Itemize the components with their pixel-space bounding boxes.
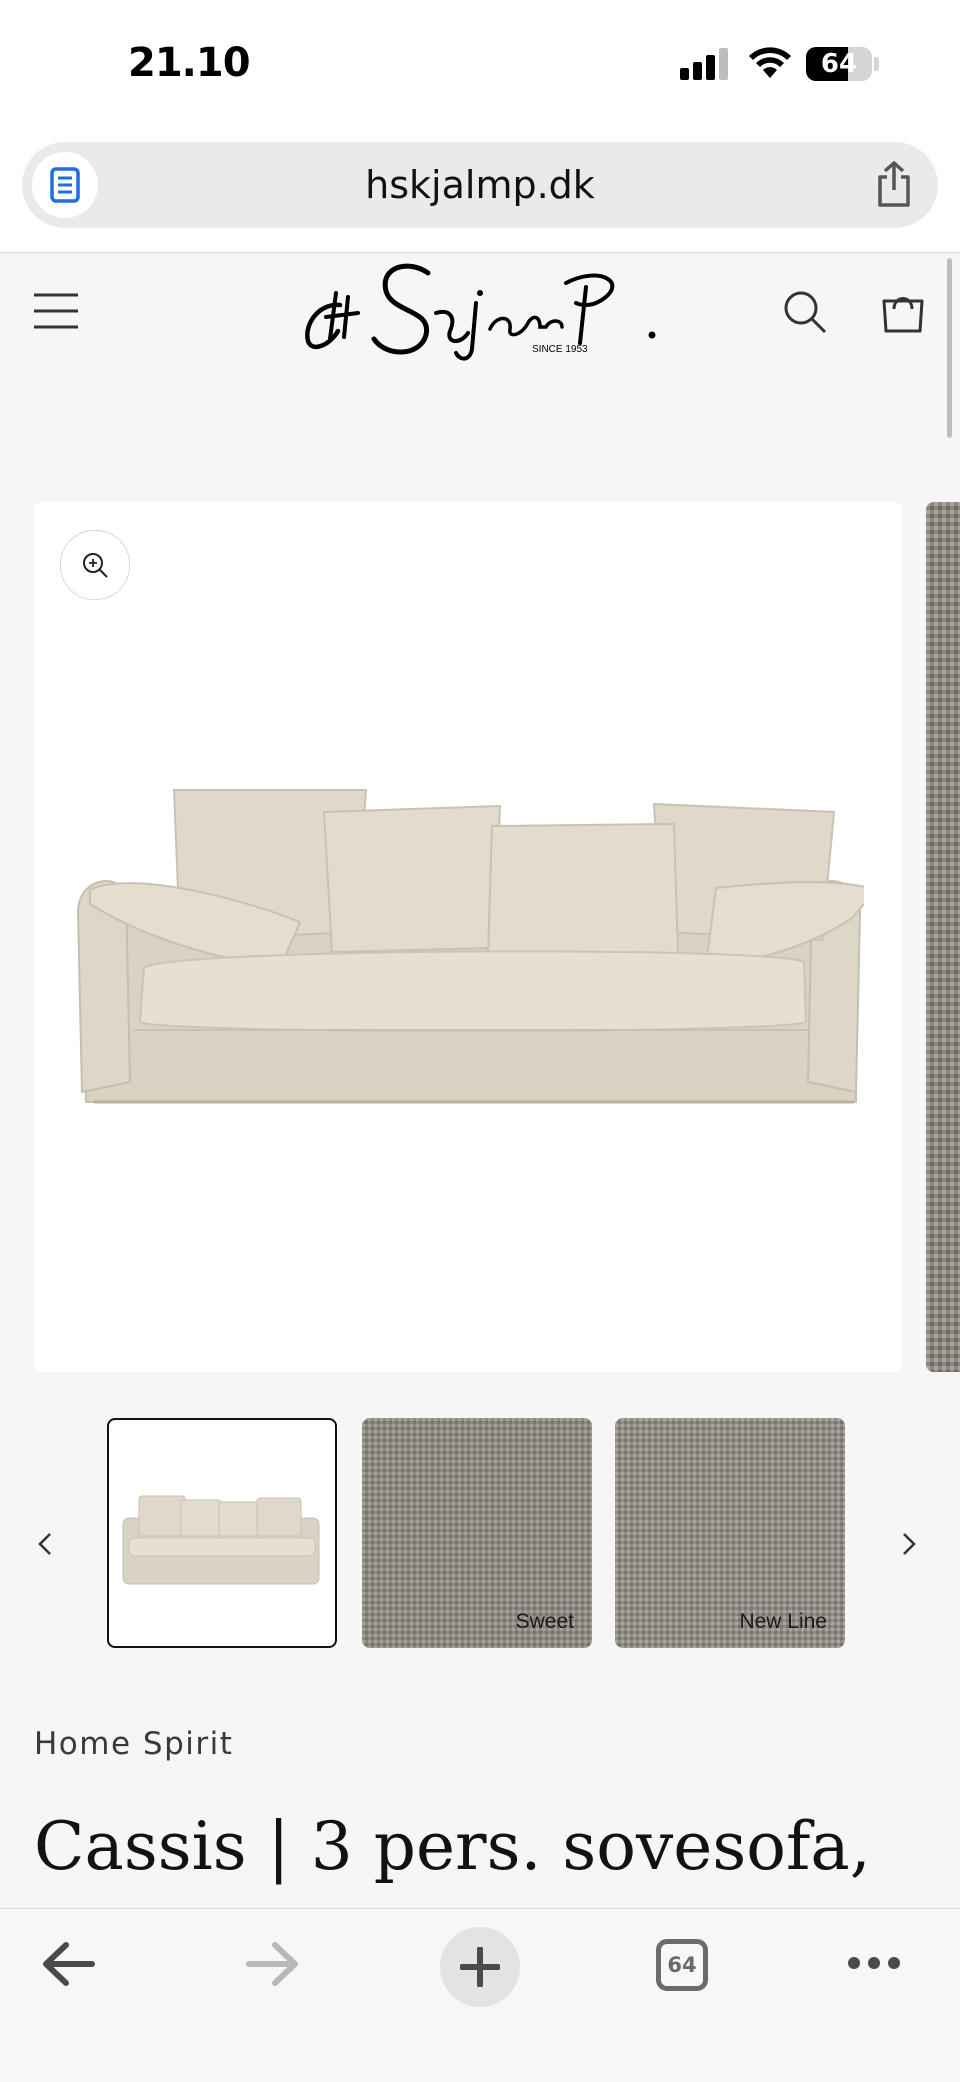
hamburger-menu-icon[interactable] [34, 291, 78, 331]
product-title: Cassis | 3 pers. sovesofa, [34, 1808, 871, 1885]
product-vendor: Home Spirit [34, 1726, 234, 1762]
browser-address-area: hskjalmp.dk [0, 130, 960, 253]
fabric-texture [926, 502, 960, 1372]
logo-subtext: SINCE 1953 [532, 344, 588, 355]
forward-arrow-icon[interactable] [245, 1939, 301, 1989]
thumbnail-label: Sweet [515, 1610, 574, 1633]
share-button[interactable] [874, 160, 914, 213]
reader-mode-button[interactable] [32, 152, 98, 218]
thumbnail-fabric-sweet[interactable]: Sweet [362, 1418, 592, 1648]
sofa-thumbnail-image [122, 1495, 320, 1585]
cart-icon[interactable] [880, 287, 926, 335]
thumbnail-next-icon[interactable] [898, 1524, 920, 1564]
zoom-in-icon [83, 553, 108, 578]
next-product-image-peek[interactable] [926, 502, 960, 1372]
url-text[interactable]: hskjalmp.dk [22, 142, 938, 228]
site-logo[interactable]: SINCE 1953 [300, 253, 660, 373]
wifi-icon [749, 47, 791, 78]
sofa-image [76, 789, 864, 1104]
thumbnail-label: New Line [739, 1610, 827, 1633]
share-icon [878, 161, 910, 207]
status-bar: 21.10 64 [0, 0, 960, 130]
new-tab-button[interactable] [440, 1927, 520, 2007]
thumbnail-sofa[interactable] [107, 1418, 337, 1648]
status-time: 21.10 [128, 40, 251, 86]
more-options-icon[interactable] [846, 1955, 902, 1971]
battery-level: 64 [820, 49, 858, 79]
address-bar[interactable]: hskjalmp.dk [22, 142, 938, 228]
cellular-signal-icon [680, 48, 728, 80]
thumbnail-fabric-new-line[interactable]: New Line [615, 1418, 845, 1648]
back-arrow-icon[interactable] [40, 1939, 96, 1989]
search-icon[interactable] [782, 289, 828, 335]
site-header: SINCE 1953 [0, 253, 960, 373]
plus-icon [460, 1947, 500, 1987]
browser-toolbar: 64 [0, 1908, 960, 2082]
page-scrollbar[interactable] [947, 258, 952, 438]
tabs-button[interactable]: 64 [656, 1939, 708, 1991]
thumbnail-prev-icon[interactable] [34, 1524, 56, 1564]
product-main-image[interactable] [34, 502, 902, 1372]
battery-icon: 64 [806, 47, 872, 81]
reader-icon [50, 167, 80, 203]
zoom-button[interactable] [60, 530, 130, 600]
